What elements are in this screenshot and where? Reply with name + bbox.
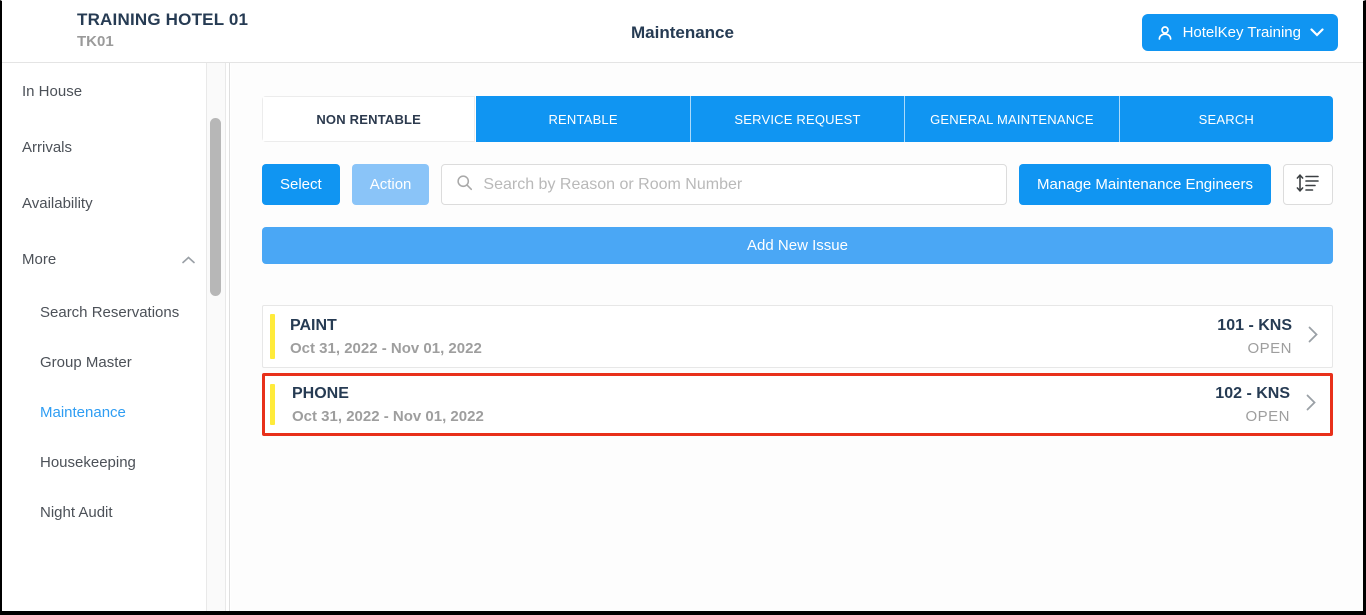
search-box[interactable] bbox=[441, 164, 1007, 205]
sidebar: In House Arrivals Availability More Sear… bbox=[2, 63, 230, 611]
chevron-down-icon bbox=[1310, 28, 1324, 37]
sidebar-item-more[interactable]: More bbox=[2, 231, 229, 287]
main-content: NON RENTABLE RENTABLE SERVICE REQUEST GE… bbox=[231, 63, 1363, 611]
sidebar-item-label: Housekeeping bbox=[40, 454, 136, 471]
sort-button[interactable] bbox=[1283, 164, 1333, 205]
issue-list: PAINT Oct 31, 2022 - Nov 01, 2022 101 - … bbox=[262, 305, 1333, 436]
sidebar-item-label: Maintenance bbox=[40, 404, 126, 421]
sidebar-item-housekeeping[interactable]: Housekeeping bbox=[2, 437, 229, 487]
sidebar-item-label: Night Audit bbox=[40, 504, 113, 521]
issue-date-range: Oct 31, 2022 - Nov 01, 2022 bbox=[292, 408, 1215, 425]
issue-room-status: 102 - KNS OPEN bbox=[1215, 385, 1290, 425]
issue-status: OPEN bbox=[1217, 340, 1292, 357]
sidebar-item-label: Availability bbox=[22, 195, 93, 212]
issue-room-status: 101 - KNS OPEN bbox=[1217, 317, 1292, 357]
app-window: TRAINING HOTEL 01 TK01 Maintenance Hotel… bbox=[0, 0, 1366, 615]
issue-row-paint[interactable]: PAINT Oct 31, 2022 - Nov 01, 2022 101 - … bbox=[262, 305, 1333, 368]
sidebar-item-group-master[interactable]: Group Master bbox=[2, 337, 229, 387]
chevron-right-icon bbox=[1308, 326, 1318, 348]
search-input[interactable] bbox=[483, 176, 992, 194]
sidebar-item-label: In House bbox=[22, 83, 82, 100]
tab-rentable[interactable]: RENTABLE bbox=[476, 96, 690, 142]
tab-non-rentable[interactable]: NON RENTABLE bbox=[262, 96, 476, 142]
sort-order-icon bbox=[1295, 171, 1321, 198]
sidebar-item-maintenance[interactable]: Maintenance bbox=[2, 387, 229, 437]
issue-reason: PHONE bbox=[292, 385, 1215, 403]
priority-bar bbox=[270, 384, 275, 425]
user-icon bbox=[1156, 24, 1174, 42]
add-new-issue-button[interactable]: Add New Issue bbox=[262, 227, 1333, 264]
issue-room: 101 - KNS bbox=[1217, 317, 1292, 335]
priority-bar bbox=[270, 314, 275, 359]
sidebar-item-availability[interactable]: Availability bbox=[2, 175, 229, 231]
manage-engineers-button[interactable]: Manage Maintenance Engineers bbox=[1019, 164, 1271, 205]
user-menu-label: HotelKey Training bbox=[1183, 24, 1301, 41]
sidebar-item-night-audit[interactable]: Night Audit bbox=[2, 487, 229, 537]
tab-general-maintenance[interactable]: GENERAL MAINTENANCE bbox=[905, 96, 1119, 142]
sidebar-item-label: More bbox=[22, 251, 56, 268]
issue-status: OPEN bbox=[1215, 408, 1290, 425]
sidebar-item-search-reservations[interactable]: Search Reservations bbox=[2, 287, 229, 337]
issue-row-phone[interactable]: PHONE Oct 31, 2022 - Nov 01, 2022 102 - … bbox=[262, 373, 1333, 436]
action-button[interactable]: Action bbox=[352, 164, 430, 205]
sidebar-scrollbar-track[interactable] bbox=[206, 63, 226, 611]
sidebar-item-label: Group Master bbox=[40, 354, 132, 371]
user-menu-button[interactable]: HotelKey Training bbox=[1142, 14, 1338, 51]
tab-service-request[interactable]: SERVICE REQUEST bbox=[691, 96, 905, 142]
sidebar-item-arrivals[interactable]: Arrivals bbox=[2, 119, 229, 175]
sidebar-item-in-house[interactable]: In House bbox=[2, 63, 229, 119]
sidebar-scrollbar-thumb[interactable] bbox=[210, 118, 221, 296]
maintenance-tabs: NON RENTABLE RENTABLE SERVICE REQUEST GE… bbox=[262, 96, 1333, 142]
toolbar: Select Action Manage Maintenance Enginee… bbox=[262, 164, 1333, 205]
issue-info: PHONE Oct 31, 2022 - Nov 01, 2022 bbox=[292, 385, 1215, 425]
top-header: TRAINING HOTEL 01 TK01 Maintenance Hotel… bbox=[2, 1, 1363, 63]
tab-search[interactable]: SEARCH bbox=[1120, 96, 1333, 142]
select-button[interactable]: Select bbox=[262, 164, 340, 205]
search-icon bbox=[456, 174, 473, 196]
sidebar-item-label: Search Reservations bbox=[40, 304, 179, 321]
chevron-right-icon bbox=[1306, 394, 1316, 416]
issue-reason: PAINT bbox=[290, 317, 1217, 335]
sidebar-item-label: Arrivals bbox=[22, 139, 72, 156]
chevron-up-icon bbox=[182, 251, 195, 268]
issue-room: 102 - KNS bbox=[1215, 385, 1290, 403]
issue-info: PAINT Oct 31, 2022 - Nov 01, 2022 bbox=[290, 317, 1217, 357]
issue-date-range: Oct 31, 2022 - Nov 01, 2022 bbox=[290, 340, 1217, 357]
